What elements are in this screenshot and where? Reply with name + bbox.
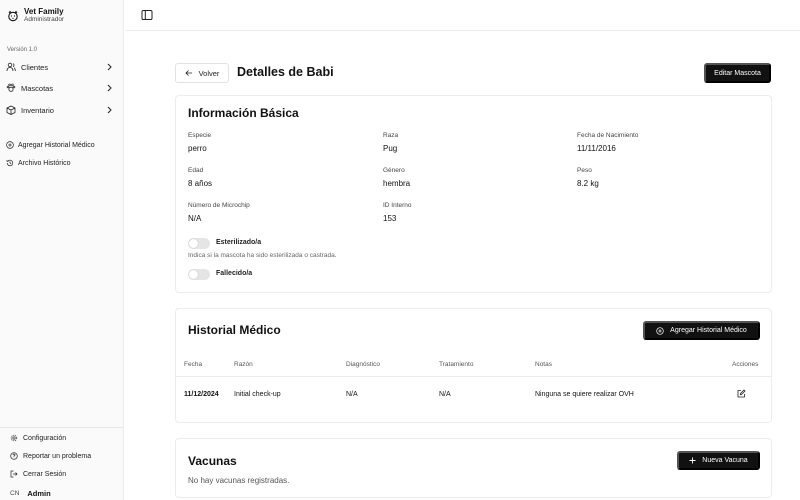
vaccines-title: Vacunas: [188, 454, 237, 468]
sidebar-item-cerrar-sesion[interactable]: Cerrar Sesión: [10, 470, 66, 478]
plus-circle-icon: [656, 326, 664, 335]
chevron-right-icon: [107, 63, 112, 71]
sidebar-item-label: Reportar un problema: [23, 452, 92, 460]
deceased-toggle[interactable]: [188, 269, 210, 280]
field-value-microchip: N/A: [188, 214, 202, 223]
vaccines-card: Vacunas Nueva Vacuna No hay vacunas regi…: [175, 438, 772, 498]
basic-info-card: Información Básica Especie perro Raza Pu…: [175, 95, 772, 293]
new-vaccine-button[interactable]: Nueva Vacuna: [677, 451, 760, 470]
history-icon: [6, 159, 14, 167]
add-medical-history-button[interactable]: Agregar Historial Médico: [643, 321, 760, 340]
brand[interactable]: Vet Family Administrador: [7, 7, 64, 24]
field-value-peso: 8.2 kg: [577, 179, 599, 188]
sidebar-item-label: Mascotas: [21, 83, 54, 93]
paw-icon: [6, 83, 16, 93]
field-label-fecha-nacimiento: Fecha de Nacimiento: [577, 132, 639, 139]
field-label-id-interno: ID Interno: [383, 202, 412, 209]
column-header-razon: Razón: [234, 361, 253, 368]
field-value-id-interno: 153: [383, 214, 397, 223]
basic-info-title: Información Básica: [188, 106, 299, 120]
sidebar-divider: [0, 427, 124, 428]
sterilized-toggle[interactable]: [188, 238, 210, 249]
field-value-genero: hembra: [383, 179, 411, 188]
field-label-raza: Raza: [383, 132, 399, 139]
sidebar-item-label: Archivo Histórico: [18, 159, 71, 167]
edit-pet-button[interactable]: Editar Mascota: [704, 63, 771, 83]
brand-role: Administrador: [24, 16, 65, 23]
new-vaccine-label: Nueva Vacuna: [702, 457, 748, 464]
user-menu[interactable]: CN Admin: [10, 489, 51, 498]
field-value-fecha-nacimiento: 11/11/2016: [577, 144, 616, 153]
field-value-edad: 8 años: [188, 179, 213, 188]
field-label-microchip: Número de Microchip: [188, 202, 250, 209]
table-header-divider: [176, 376, 771, 377]
sidebar-item-label: Clientes: [21, 62, 49, 72]
sidebar-item-agregar-historial[interactable]: Agregar Historial Médico: [6, 138, 118, 152]
page-title: Detalles de Babi: [237, 65, 334, 79]
sidebar-item-archivo-historico[interactable]: Archivo Histórico: [6, 156, 118, 170]
sidebar-item-label: Agregar Historial Médico: [18, 141, 95, 149]
medical-history-card: Historial Médico Agregar Historial Médic…: [175, 308, 772, 423]
back-button-label: Volver: [198, 68, 220, 78]
edit-icon[interactable]: [737, 389, 746, 398]
deceased-label: Fallecido/a: [216, 270, 253, 277]
sidebar-item-mascotas[interactable]: Mascotas: [6, 81, 118, 95]
medical-history-title: Historial Médico: [188, 323, 281, 337]
sterilized-label: Esterilizado/a: [216, 239, 262, 246]
column-header-notas: Notas: [535, 361, 552, 368]
users-icon: [6, 62, 16, 72]
field-label-edad: Edad: [188, 167, 204, 174]
cell-reason: Initial check-up: [234, 391, 281, 398]
field-label-especie: Especie: [188, 132, 212, 139]
plus-circle-icon: [6, 141, 14, 149]
cell-notes: Ninguna se quiere realizar OVH: [535, 391, 634, 398]
field-label-peso: Peso: [577, 167, 592, 174]
logout-icon: [10, 470, 18, 478]
sidebar-item-label: Inventario: [21, 105, 54, 115]
field-value-raza: Pug: [383, 144, 398, 153]
sidebar-item-inventario[interactable]: Inventario: [6, 103, 118, 117]
sidebar: Vet Family Administrador Versión 1.0 Cli…: [0, 0, 124, 500]
box-icon: [6, 105, 16, 115]
version-label: Versión 1.0: [7, 47, 38, 53]
arrow-left-icon: [184, 70, 192, 76]
sidebar-item-clientes[interactable]: Clientes: [6, 60, 118, 74]
cell-diagnosis: N/A: [346, 391, 358, 398]
vaccines-empty-text: No hay vacunas registradas.: [188, 476, 290, 485]
column-header-diagnostico: Diagnóstico: [346, 361, 380, 368]
chevron-right-icon: [107, 106, 112, 114]
chevron-right-icon: [107, 84, 112, 92]
brand-name: Vet Family: [24, 7, 64, 16]
avatar: CN: [10, 490, 20, 497]
back-button[interactable]: Volver: [175, 63, 229, 83]
help-icon: [10, 452, 18, 460]
sterilized-help: Indica si la mascota ha sido esterilizad…: [188, 252, 337, 259]
sidebar-item-label: Configuración: [23, 434, 67, 442]
column-header-tratamiento: Tratamiento: [439, 361, 474, 368]
sidebar-item-label: Cerrar Sesión: [23, 470, 67, 478]
gear-icon: [10, 434, 18, 442]
top-bar: [125, 0, 800, 31]
field-value-especie: perro: [188, 144, 207, 153]
field-label-genero: Género: [383, 167, 405, 174]
cell-treatment: N/A: [439, 391, 451, 398]
dog-logo-icon: [8, 10, 18, 21]
sidebar-item-reportar[interactable]: Reportar un problema: [10, 452, 91, 460]
column-header-fecha: Fecha: [184, 361, 203, 368]
sidebar-toggle-icon[interactable]: [141, 9, 153, 21]
sidebar-item-configuracion[interactable]: Configuración: [10, 434, 66, 442]
user-name: Admin: [27, 489, 51, 498]
column-header-acciones: Acciones: [732, 361, 759, 368]
add-medical-history-label: Agregar Historial Médico: [670, 327, 747, 334]
plus-icon: [689, 457, 696, 464]
cell-date: 11/12/2024: [184, 391, 219, 398]
